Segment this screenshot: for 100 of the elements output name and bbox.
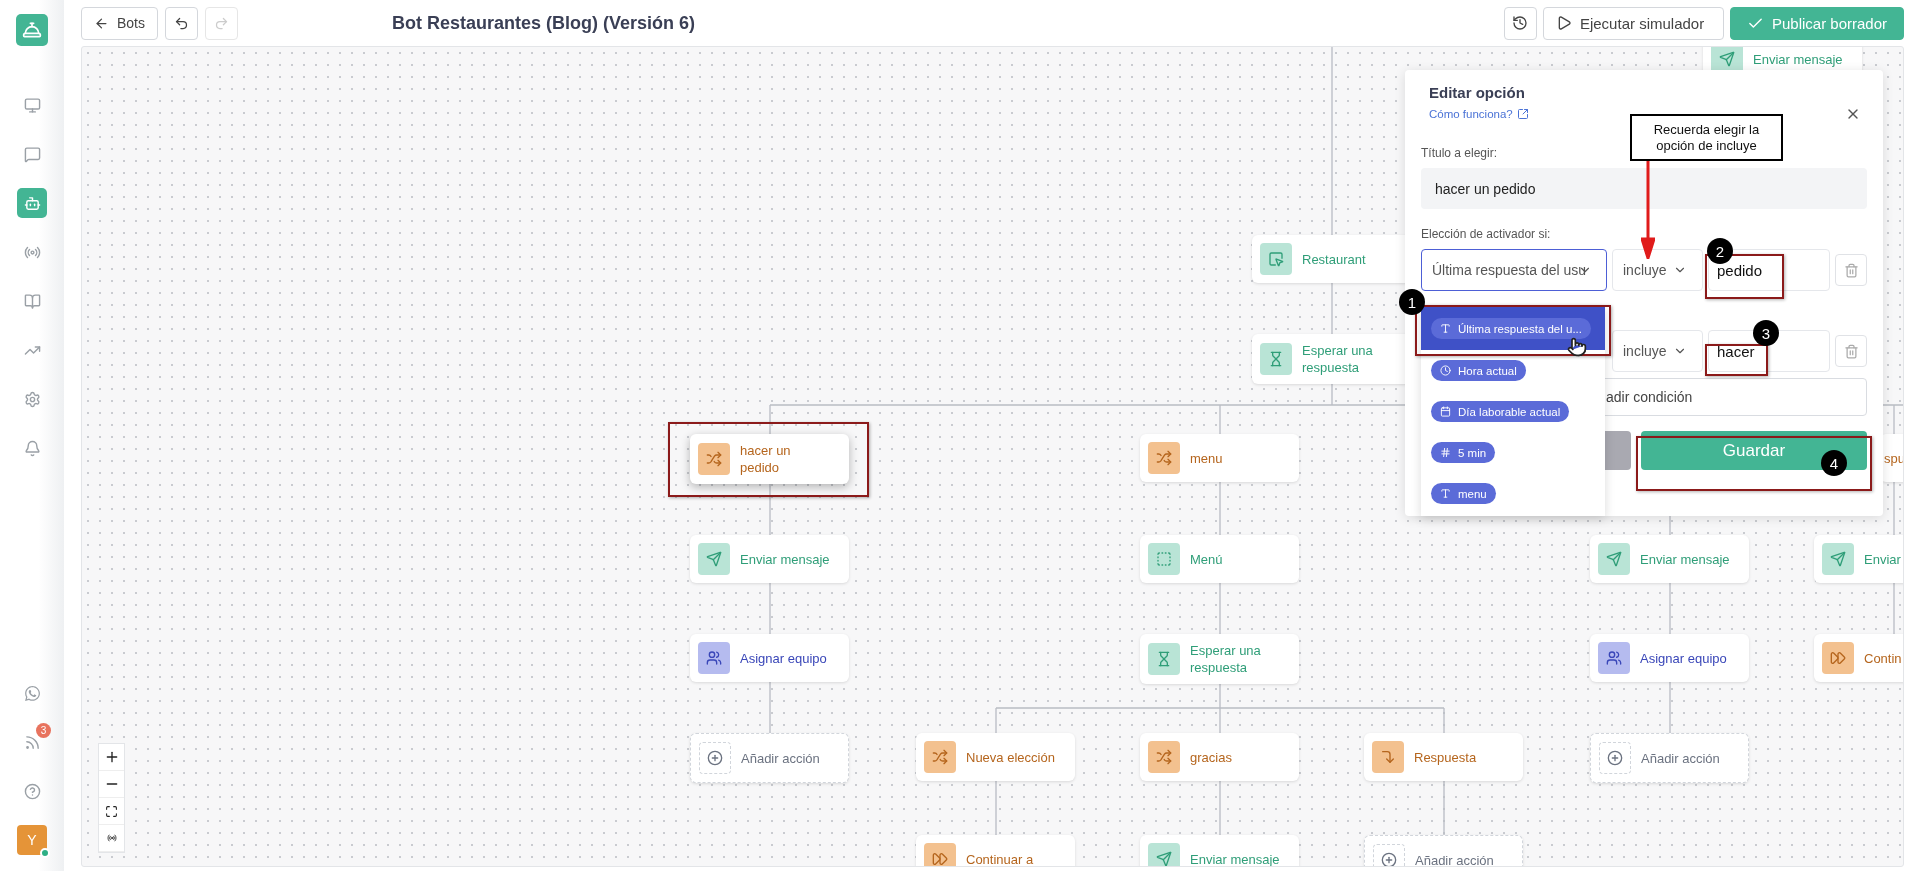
flow-node[interactable]: Enviar mensaje — [1140, 835, 1299, 866]
node-label: Añadir acción — [1641, 749, 1721, 767]
simulate-button[interactable]: Ejecutar simulador — [1542, 6, 1724, 40]
logo[interactable] — [16, 14, 48, 46]
flow-node[interactable]: Nueva elección — [916, 733, 1075, 781]
dropdown-option[interactable]: Última respuesta del u... — [1421, 307, 1605, 350]
node-label: Enviar mensaje — [1753, 50, 1844, 68]
feed-icon — [23, 733, 41, 751]
undo-icon — [174, 15, 189, 31]
node-label: Restaurant — [1302, 250, 1367, 268]
panel-title: Editar opción — [1429, 84, 1526, 101]
choice-node-icon — [924, 741, 956, 773]
connector-line — [1219, 780, 1221, 836]
variable-pill: Hora actual — [1431, 360, 1526, 381]
connector-line — [769, 481, 771, 536]
connector-line — [1893, 481, 1895, 536]
callout-note: Recuerda elegir la opción de incluye — [1630, 114, 1783, 161]
calendar-icon — [1440, 406, 1451, 417]
highlight-frame — [1705, 344, 1768, 376]
node-label: Esperar una respuesta — [1190, 642, 1262, 676]
connector-line — [1669, 681, 1671, 734]
node-label: Enviar mensaje — [1640, 550, 1731, 568]
node-label: hacer un pedido — [740, 442, 792, 476]
choice-node-icon — [1148, 741, 1180, 773]
flow-node[interactable]: Respuesta — [1364, 733, 1523, 781]
team-node-icon — [698, 642, 730, 674]
text-icon — [1440, 323, 1451, 334]
external-link-icon — [1516, 108, 1529, 120]
notification-badge: 3 — [36, 723, 51, 738]
add-node-icon — [1599, 742, 1631, 774]
hand-cursor-icon — [1567, 337, 1587, 357]
help-icon — [23, 782, 41, 800]
connector-line — [1443, 780, 1445, 836]
choice-node-icon — [1148, 442, 1180, 474]
choice-node-icon — [698, 443, 730, 475]
flow-node[interactable]: menu — [1140, 434, 1299, 482]
node-label: Esperar una respuesta — [1302, 342, 1374, 376]
add-action-node[interactable]: Añadir acción — [1364, 835, 1523, 866]
delete-button[interactable] — [1835, 335, 1867, 367]
whatsapp-icon — [23, 684, 41, 702]
node-label: Asignar equipo — [1640, 649, 1728, 667]
node-label: menu — [1190, 449, 1224, 467]
node-label: Enviar mensaje — [740, 550, 831, 568]
connector-line — [995, 780, 997, 836]
flow-node[interactable]: Enviar mensaje — [1590, 535, 1749, 583]
trash-icon — [1843, 343, 1859, 359]
connector-line — [1669, 515, 1671, 536]
node-label: Añadir acción — [741, 749, 821, 767]
variable-pill: Última respuesta del u... — [1431, 318, 1591, 339]
user-avatar[interactable]: Y — [17, 825, 47, 855]
history-button[interactable] — [1503, 6, 1537, 40]
source-select[interactable]: Última respuesta del usu — [1421, 249, 1607, 291]
flow-node[interactable]: Menú — [1140, 535, 1299, 583]
variable-pill: menu — [1431, 483, 1496, 504]
flow-node[interactable]: Asignar equipo — [690, 634, 849, 682]
title-field[interactable]: hacer un pedido — [1421, 168, 1867, 209]
trigger-node-icon — [1260, 243, 1292, 275]
field-label: Título a elegir: — [1421, 146, 1498, 160]
connector-line — [769, 582, 771, 635]
flow-node[interactable]: Enviar mensaje — [690, 535, 849, 583]
flow-node[interactable]: gracias — [1140, 733, 1299, 781]
robot-icon[interactable] — [17, 188, 47, 218]
flow-node[interactable]: Esperar una respuesta — [1140, 634, 1299, 684]
node-label: gracias — [1190, 748, 1233, 766]
dropdown-option[interactable]: menu — [1421, 473, 1605, 514]
flow-node[interactable]: Asignar equipo — [1590, 634, 1749, 682]
connector-line — [1893, 582, 1895, 635]
trash-icon — [1843, 262, 1859, 278]
clock-icon — [1440, 365, 1451, 376]
node-label: Asignar equipo — [740, 649, 828, 667]
add-node-icon — [699, 742, 731, 774]
operator-select[interactable]: incluye — [1612, 330, 1703, 372]
step-marker: 1 — [1399, 289, 1425, 315]
connector-line — [1219, 582, 1221, 635]
flow-node[interactable]: hacer un pedido — [690, 434, 849, 484]
delete-button[interactable] — [1835, 254, 1867, 286]
reply-node-icon — [1372, 741, 1404, 773]
add-action-node[interactable]: Añadir acción — [1590, 733, 1749, 783]
team-node-icon — [1598, 642, 1630, 674]
node-label: Enviar mensaje — [1190, 850, 1281, 866]
node-label: Nueva elección — [966, 748, 1056, 766]
add-action-node[interactable]: Añadir acción — [690, 733, 849, 783]
back-button[interactable]: Bots — [81, 6, 158, 40]
history-icon — [1512, 15, 1529, 31]
message-node-icon — [1822, 543, 1854, 575]
node-label: Contin — [1864, 649, 1903, 667]
undo-button[interactable] — [165, 6, 198, 40]
node-label: Enviar — [1864, 550, 1902, 568]
flow-node[interactable]: Contin — [1814, 634, 1903, 682]
variable-pill: Día laborable actual — [1431, 401, 1570, 422]
help-link[interactable]: Cómo funciona? — [1429, 108, 1529, 120]
connector-line — [769, 681, 771, 734]
connector-line — [1331, 282, 1333, 335]
dropdown-option[interactable]: 5 min — [1421, 432, 1605, 473]
publish-button[interactable]: Publicar borrador — [1729, 6, 1904, 40]
flow-node[interactable]: Continuar a — [916, 835, 1075, 866]
flow-node[interactable]: Enviar — [1814, 535, 1903, 583]
bot-title: Bot Restaurantes (Blog) (Versión 6) — [392, 12, 696, 34]
wait-node-icon — [1148, 643, 1180, 675]
continue-node-icon — [924, 843, 956, 866]
